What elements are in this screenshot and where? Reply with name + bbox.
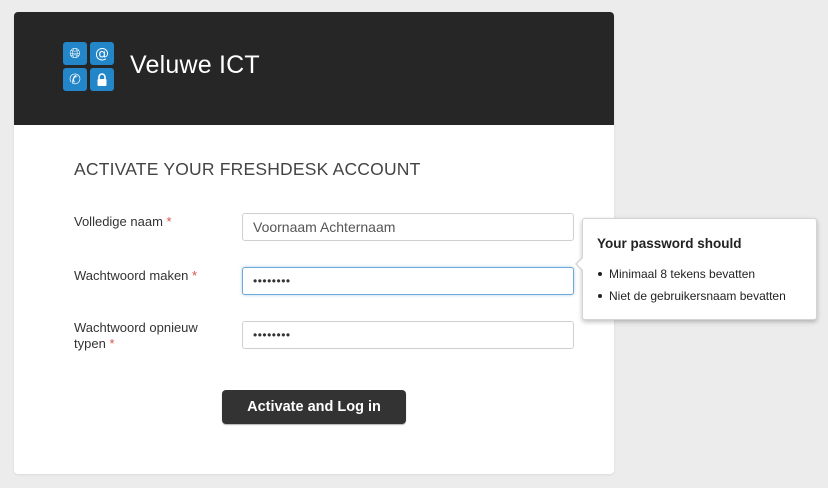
page-title: ACTIVATE YOUR FRESHDESK ACCOUNT bbox=[74, 159, 421, 179]
password-label: Wachtwoord maken * bbox=[74, 268, 197, 284]
password-label-text: Wachtwoord maken bbox=[74, 268, 189, 283]
phone-icon: ✆ bbox=[63, 68, 87, 91]
activation-card: 🌐︎ @ ✆ Veluwe ICT ACTIVATE YOUR FRESHDES… bbox=[14, 12, 614, 474]
brand-name: Veluwe ICT bbox=[130, 51, 260, 79]
fullname-label-text: Volledige naam bbox=[74, 214, 163, 229]
brand-logo: 🌐︎ @ ✆ bbox=[63, 42, 115, 92]
required-marker: * bbox=[109, 336, 115, 351]
globe-icon: 🌐︎ bbox=[63, 42, 87, 65]
form-body: ACTIVATE YOUR FRESHDESK ACCOUNT Volledig… bbox=[14, 125, 614, 474]
fullname-input[interactable] bbox=[242, 213, 574, 241]
at-sign-icon: @ bbox=[90, 42, 114, 65]
password-rule: Minimaal 8 tekens bevatten bbox=[597, 263, 786, 285]
tooltip-title: Your password should bbox=[597, 236, 742, 251]
password-rules-list: Minimaal 8 tekens bevatten Niet de gebru… bbox=[597, 263, 786, 307]
password-rule: Niet de gebruikersnaam bevatten bbox=[597, 285, 786, 307]
header-bar: 🌐︎ @ ✆ Veluwe ICT bbox=[14, 12, 614, 125]
password-input[interactable] bbox=[242, 267, 574, 295]
lock-icon bbox=[90, 68, 114, 91]
required-marker: * bbox=[192, 268, 198, 283]
fullname-label: Volledige naam * bbox=[74, 214, 172, 230]
password-repeat-label-line2: typen bbox=[74, 336, 106, 351]
password-repeat-label: Wachtwoord opnieuw typen * bbox=[74, 320, 198, 352]
password-repeat-input[interactable] bbox=[242, 321, 574, 349]
activate-login-button[interactable]: Activate and Log in bbox=[222, 390, 406, 424]
required-marker: * bbox=[166, 214, 172, 229]
password-repeat-label-line1: Wachtwoord opnieuw bbox=[74, 320, 198, 335]
password-rules-tooltip: Your password should Minimaal 8 tekens b… bbox=[575, 218, 817, 320]
